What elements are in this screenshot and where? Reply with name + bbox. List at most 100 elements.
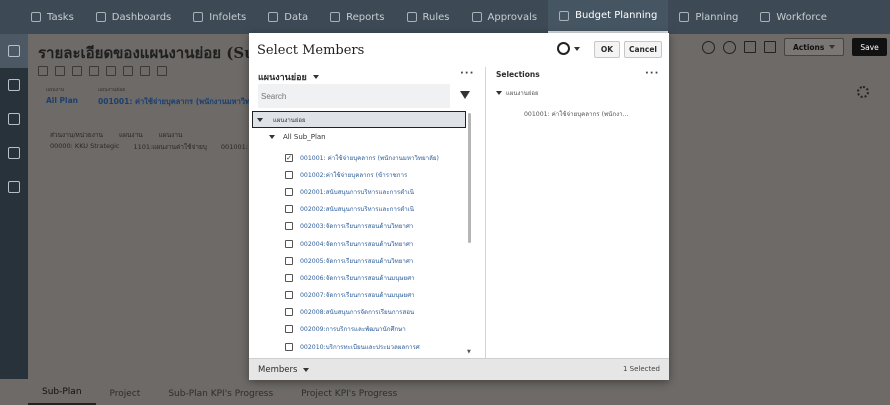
nav-workforce[interactable]: Workforce [749,0,838,34]
member-checkbox[interactable] [285,342,293,351]
dialog-title: Select Members [257,43,365,58]
dashboards-icon [95,12,106,22]
member-item[interactable]: 002007:จัดการเรียนการสอนด้านมนุษยศา [285,287,465,304]
scroll-down-icon[interactable]: ▼ [467,349,471,355]
tab-project[interactable]: Project [96,389,155,405]
member-checkbox[interactable] [285,325,293,334]
pov-subplan-value[interactable]: 001001: ค่าใช้จ่ายบุคลากร (พนักงานมหาวิท… [98,96,268,108]
filter-icon[interactable] [460,91,470,99]
selections-root[interactable]: แผนงานย่อย [496,88,539,98]
nav-label: Data [284,11,309,23]
refresh-icon[interactable] [55,66,65,76]
tree-root-node[interactable]: แผนงานย่อย [252,111,466,128]
member-checkbox[interactable]: ✓ [285,153,293,162]
nav-dashboards[interactable]: Dashboards [85,0,182,34]
member-item[interactable]: 002009:การบริการและพัฒนานักศึกษา [285,321,465,338]
nav-rules[interactable]: Rules [396,0,461,34]
report-icon[interactable] [744,41,756,53]
tree-all-node[interactable]: All Sub_Plan [269,133,326,141]
nav-label: Workforce [776,11,827,23]
members-dropdown[interactable]: Members [258,365,310,375]
grid-icon [8,113,20,125]
data-icon [268,12,279,22]
save-button[interactable]: Save [852,38,887,56]
search-input[interactable] [258,84,450,108]
grid-header-cell: แผนงาน [118,131,143,139]
nav-budget-planning[interactable]: Budget Planning [548,0,669,34]
member-checkbox[interactable] [285,256,293,265]
grid-cell[interactable]: 00000: KKU Strategic [50,142,120,152]
member-checkbox[interactable] [285,222,293,231]
redo-icon[interactable] [123,66,133,76]
rail-forms-button[interactable] [0,68,28,102]
scrollbar[interactable] [468,113,471,243]
home-icon [8,45,20,57]
help-icon [557,42,570,55]
member-checkbox[interactable] [285,187,293,196]
member-checkbox[interactable] [285,205,293,214]
member-item[interactable]: 002003:จัดการเรียนการสอนด้านวิทยาศา [285,218,465,235]
attach-icon[interactable] [89,66,99,76]
nav-label: Approvals [487,11,538,23]
table-icon[interactable] [140,66,150,76]
comment-icon[interactable] [72,66,82,76]
member-checkbox[interactable] [285,273,293,282]
rail-reports-button[interactable] [0,170,28,204]
member-item[interactable]: 002006:จัดการเรียนการสอนด้านมนุษยศา [285,269,465,286]
member-item[interactable]: 002010:บริการทะเบียนและประมวลผลการศ [285,338,465,355]
member-list: ✓ 001001: ค่าใช้จ่ายบุคลากร (พนักงานมหาวิ… [285,149,465,355]
rail-grid-button[interactable] [0,102,28,136]
settings-icon[interactable] [38,66,48,76]
tab-sub-plan[interactable]: Sub-Plan [28,387,96,405]
member-more-button[interactable]: ··· [460,68,474,79]
cancel-button[interactable]: Cancel [624,41,662,58]
report-icon [8,181,20,193]
history-icon[interactable] [106,66,116,76]
member-item[interactable]: 002002:สนับสนุนการบริหารและการดำเนิ [285,201,465,218]
info-icon[interactable] [702,40,715,54]
grid-cell[interactable]: 1101:แผนงานค่าใช้จ่ายบุ [134,142,207,152]
tab-sub-plan-kpi[interactable]: Sub-Plan KPI's Progress [154,389,287,405]
member-item[interactable]: 002001:สนับสนุนการบริหารและการดำเนิ [285,183,465,200]
member-checkbox[interactable] [285,170,293,179]
nav-planning[interactable]: Planning [668,0,749,34]
export-icon[interactable] [157,66,167,76]
member-label: 002002:สนับสนุนการบริหารและการดำเนิ [300,206,415,214]
ok-button[interactable]: OK [594,41,620,58]
export-icon[interactable] [764,41,776,53]
member-checkbox[interactable] [285,239,293,248]
dimension-selector[interactable]: แผนงานย่อย [258,70,319,84]
rail-dashboard-button[interactable] [0,136,28,170]
selections-more-button[interactable]: ··· [645,68,659,79]
collapse-icon[interactable] [496,91,502,95]
pov-plan-value[interactable]: All Plan [46,96,78,105]
rail-home-button[interactable] [0,34,28,68]
pov-plan[interactable]: แผนงาน All Plan [46,86,78,108]
nav-approvals[interactable]: Approvals [461,0,549,34]
tab-project-kpi[interactable]: Project KPI's Progress [287,389,411,405]
member-label: 001002:ค่าใช้จ่ายบุคลากร (ข้าราชการ [300,171,408,179]
refresh-icon[interactable] [723,40,736,54]
nav-infolets[interactable]: Infolets [182,0,257,34]
member-item[interactable]: 001002:ค่าใช้จ่ายบุคลากร (ข้าราชการ [285,166,465,183]
collapse-icon[interactable] [257,117,263,122]
forms-icon [8,79,20,91]
actions-button[interactable]: Actions [784,38,845,56]
member-checkbox[interactable] [285,291,293,300]
nav-reports[interactable]: Reports [319,0,395,34]
member-checkbox[interactable] [285,308,293,317]
collapse-icon[interactable] [269,135,275,139]
member-item[interactable]: ✓ 001001: ค่าใช้จ่ายบุคลากร (พนักงานมหาวิ… [285,149,465,166]
member-item[interactable]: 002008:สนับสนุนการจัดการเรียนการสอน [285,304,465,321]
dimension-label: แผนงานย่อย [258,73,307,83]
nav-tasks[interactable]: Tasks [20,0,85,34]
gear-icon[interactable] [857,86,869,98]
member-item[interactable]: 002004:จัดการเรียนการสอนด้านวิทยาศา [285,235,465,252]
left-rail [0,34,28,379]
nav-data[interactable]: Data [257,0,319,34]
selected-count: 1 Selected [622,365,660,373]
help-menu[interactable] [557,42,580,55]
selected-member[interactable]: 001001: ค่าใช้จ่ายบุคลากร (พนักงา... [524,109,628,119]
member-item[interactable]: 002005:จัดการเรียนการสอนด้านวิทยาศา [285,252,465,269]
pov-subplan[interactable]: แผนงานย่อย 001001: ค่าใช้จ่ายบุคลากร (พน… [98,86,268,108]
